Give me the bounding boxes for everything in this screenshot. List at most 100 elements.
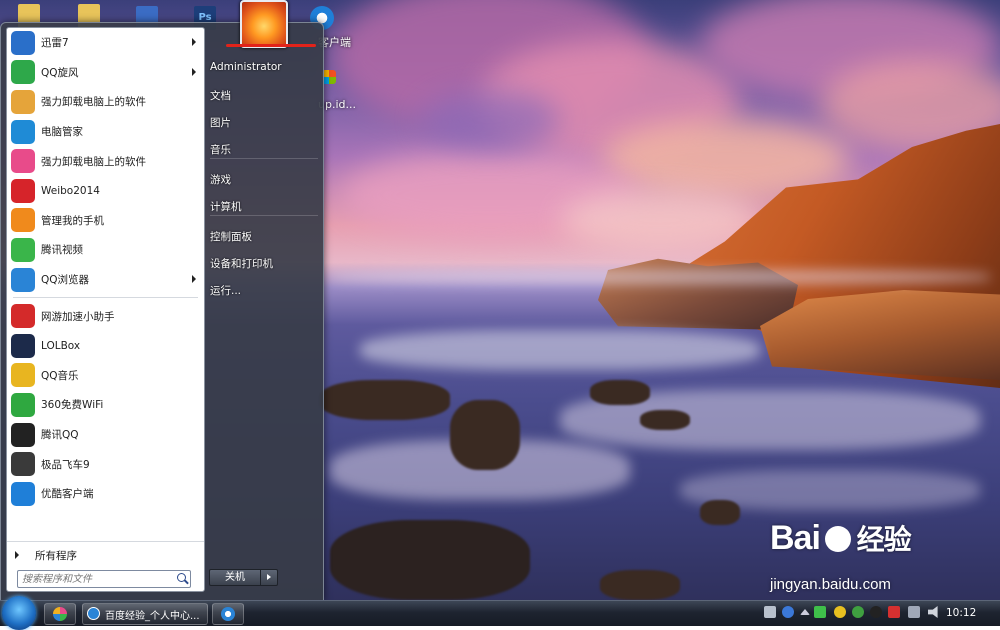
program-item[interactable]: QQ音乐: [7, 361, 204, 391]
volume-icon[interactable]: [928, 606, 938, 618]
start-link-games[interactable]: 游戏: [210, 172, 231, 187]
program-item[interactable]: 极品飞车9: [7, 449, 204, 479]
shutdown-button[interactable]: 关机: [209, 569, 261, 586]
program-item[interactable]: 迅雷7: [7, 28, 204, 58]
program-label: 管理我的手机: [41, 214, 104, 227]
right-pane-separator: [210, 215, 318, 216]
watermark-brand-cn: 经验: [856, 523, 912, 556]
program-item[interactable]: LOLBox: [7, 331, 204, 361]
taskbar-pinned-app[interactable]: [44, 603, 76, 625]
watermark-brand: Bai: [770, 519, 821, 557]
program-label: LOLBox: [41, 339, 81, 352]
keyboard-icon[interactable]: [764, 606, 776, 618]
program-item[interactable]: 网游加速小助手: [7, 301, 204, 331]
submenu-arrow-icon[interactable]: [192, 38, 196, 46]
program-label: 腾讯视频: [41, 244, 83, 257]
start-link-pictures[interactable]: 图片: [210, 115, 231, 130]
power-tray-icon[interactable]: [908, 606, 920, 618]
program-list-pane: 迅雷7 QQ旋风 强力卸载电脑上的软件 电脑管家 强力卸载电脑上的软件 Weibo2014…: [6, 27, 205, 592]
qq-tray-icon[interactable]: [870, 606, 882, 618]
start-link-documents[interactable]: 文档: [210, 88, 231, 103]
program-item[interactable]: 强力卸载电脑上的软件: [7, 87, 204, 117]
phone-manager-icon: [11, 208, 35, 233]
program-label: 优酷客户端: [41, 488, 94, 501]
xunlei-icon: [11, 30, 35, 55]
red-underline-annotation: [226, 44, 316, 47]
app-tray-icon[interactable]: [834, 606, 846, 618]
tencent-video-icon: [11, 237, 35, 262]
pc-manager-shield-icon: [11, 119, 35, 144]
baidu-jingyan-watermark: Bai 经验 jingyan.baidu.com: [770, 518, 912, 593]
program-item[interactable]: 360免费WiFi: [7, 390, 204, 420]
submenu-arrow-icon[interactable]: [192, 67, 196, 76]
start-link-devices-printers[interactable]: 设备和打印机: [210, 256, 273, 271]
start-link-music[interactable]: 音乐: [210, 142, 231, 157]
tray-expand-icon[interactable]: [800, 609, 810, 615]
program-item[interactable]: 强力卸载电脑上的软件: [7, 146, 204, 176]
program-item[interactable]: QQ浏览器: [7, 265, 204, 295]
browser-icon: [87, 607, 100, 620]
program-label: 360免费WiFi: [41, 399, 104, 412]
uninstall-box-icon: [11, 89, 35, 114]
program-item[interactable]: Weibo2014: [7, 176, 204, 206]
program-item[interactable]: 腾讯视频: [7, 235, 204, 265]
program-label: 极品飞车9: [41, 458, 90, 471]
taskbar-window-browser[interactable]: 百度经验_个人中心...: [82, 603, 208, 625]
program-item[interactable]: 腾讯QQ: [7, 420, 204, 450]
clock[interactable]: 10:12: [946, 607, 976, 619]
start-link-control-panel[interactable]: 控制面板: [210, 229, 252, 244]
shutdown-control: 关机: [209, 569, 279, 586]
taskbar-qq-browser[interactable]: [212, 603, 244, 625]
search-icon[interactable]: [177, 573, 186, 582]
paw-icon: [825, 526, 852, 552]
network-wifi-icon[interactable]: [814, 606, 826, 618]
search-box[interactable]: [17, 570, 191, 588]
start-link-computer[interactable]: 计算机: [210, 199, 242, 214]
lolbox-icon: [11, 333, 35, 358]
qq-browser-icon: [221, 607, 235, 621]
program-label: 网游加速小助手: [41, 310, 115, 323]
all-programs-button[interactable]: 所有程序: [7, 541, 204, 568]
shield-tray-icon[interactable]: [888, 606, 900, 618]
youku-icon: [11, 481, 35, 506]
program-list: 迅雷7 QQ旋风 强力卸载电脑上的软件 电脑管家 强力卸载电脑上的软件 Weibo2014…: [7, 28, 204, 509]
taskbar-window-title: 百度经验_个人中心...: [105, 611, 200, 622]
qq-penguin-icon: [11, 422, 35, 447]
qq-music-icon: [11, 363, 35, 388]
program-label: 强力卸载电脑上的软件: [41, 96, 146, 109]
weibo-icon: [11, 178, 35, 203]
wifi-icon: [11, 392, 35, 417]
program-label: QQ音乐: [41, 369, 79, 382]
nfs-mw-icon: [11, 452, 35, 477]
program-label: 迅雷7: [41, 37, 69, 50]
search-input[interactable]: [18, 571, 176, 588]
security-tray-icon[interactable]: [852, 606, 864, 618]
user-account-picture[interactable]: [240, 0, 288, 48]
program-label: QQ旋风: [41, 66, 79, 79]
arrow-right-icon: [15, 551, 19, 559]
start-link-user-folder[interactable]: Administrator: [210, 61, 282, 73]
start-menu: 迅雷7 QQ旋风 强力卸载电脑上的软件 电脑管家 强力卸载电脑上的软件 Weibo2014…: [0, 22, 324, 602]
program-label: Weibo2014: [41, 184, 100, 197]
start-link-run[interactable]: 运行...: [210, 283, 241, 298]
windows-logo-icon[interactable]: [322, 70, 336, 84]
program-item[interactable]: 管理我的手机: [7, 206, 204, 236]
program-item[interactable]: 电脑管家: [7, 117, 204, 147]
submenu-arrow-icon[interactable]: [192, 274, 196, 283]
all-programs-label: 所有程序: [35, 549, 77, 562]
program-label: 强力卸载电脑上的软件: [41, 155, 146, 168]
taskbar: 百度经验_个人中心... 10:12: [0, 596, 1000, 630]
qq-browser-icon: [11, 267, 35, 292]
program-item[interactable]: QQ旋风: [7, 58, 204, 88]
pinwheel-icon: [53, 607, 67, 621]
right-pane-separator: [210, 158, 318, 159]
program-label: QQ浏览器: [41, 274, 90, 287]
shutdown-options-arrow[interactable]: [261, 569, 278, 586]
watermark-url: jingyan.baidu.com: [770, 576, 891, 593]
program-label: 腾讯QQ: [41, 429, 79, 442]
help-icon[interactable]: [782, 606, 794, 618]
game-accelerator-icon: [11, 304, 35, 329]
pinwheel-icon: [11, 149, 35, 174]
program-label: 电脑管家: [41, 126, 83, 139]
program-item[interactable]: 优酷客户端: [7, 479, 204, 509]
